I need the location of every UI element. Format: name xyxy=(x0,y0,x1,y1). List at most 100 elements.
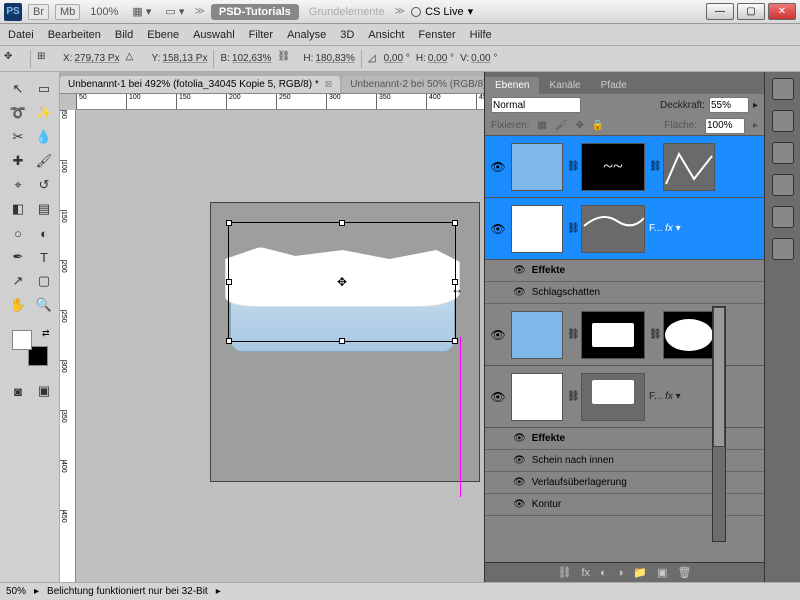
transform-center-icon[interactable]: ✥ xyxy=(336,276,348,288)
lock-pixels-icon[interactable]: ▦ xyxy=(537,120,546,131)
layers-scrollbar[interactable] xyxy=(712,306,726,542)
marquee-tool[interactable]: ▭ xyxy=(32,78,56,100)
mask-thumb[interactable]: ~~ xyxy=(581,143,645,191)
resize-handle-icon[interactable]: ↔ xyxy=(451,282,463,296)
panel-tab-channels[interactable]: Kanäle xyxy=(539,77,590,94)
dock-panel-icon[interactable] xyxy=(772,142,794,164)
history-brush-tool[interactable]: ↺ xyxy=(32,174,56,196)
vector-mask-thumb[interactable] xyxy=(663,143,715,191)
trash-icon[interactable]: 🗑 xyxy=(677,566,691,579)
opt-w[interactable]: B:102,63% xyxy=(220,53,271,64)
layer-thumb[interactable] xyxy=(511,143,563,191)
close-tab-icon[interactable]: ⊠ xyxy=(325,79,333,90)
mask-icon[interactable]: ◐ xyxy=(600,567,607,579)
close-button[interactable]: ✕ xyxy=(768,3,796,20)
screenmode-tool[interactable]: ▣ xyxy=(32,380,56,402)
menu-item[interactable]: Auswahl xyxy=(193,29,235,41)
new-layer-icon[interactable]: ▣ xyxy=(657,566,667,579)
view-mode-icon[interactable]: ▦ ▾ xyxy=(128,4,155,19)
layer-thumb[interactable] xyxy=(511,311,563,359)
dock-panel-icon[interactable] xyxy=(772,174,794,196)
opt-vskew[interactable]: V:0,00 ° xyxy=(460,53,497,64)
swap-colors-icon[interactable]: ⇄ xyxy=(42,328,50,339)
visibility-icon[interactable]: 👁 xyxy=(489,222,507,236)
opt-y[interactable]: Y:158,13 Px xyxy=(152,53,208,64)
visibility-icon[interactable]: 👁 xyxy=(489,328,507,342)
opt-angle[interactable]: 0,00 ° xyxy=(382,53,410,64)
link-icon[interactable]: ⛓ xyxy=(277,51,297,67)
mask-thumb[interactable] xyxy=(581,205,645,253)
opt-h[interactable]: H:180,83% xyxy=(303,53,354,64)
document-tab-active[interactable]: Unbenannt-1 bei 492% (fotolia_34045 Kopi… xyxy=(60,76,340,93)
opt-hskew[interactable]: H:0,00 ° xyxy=(416,53,454,64)
opacity-input[interactable] xyxy=(709,97,749,113)
gradient-tool[interactable]: ▤ xyxy=(32,198,56,220)
titlebar-zoom[interactable]: 100% xyxy=(86,5,122,19)
document-tab[interactable]: Unbenannt-2 bei 50% (RGB/8) * xyxy=(342,76,501,93)
lock-move-icon[interactable]: ✥ xyxy=(576,120,584,131)
wand-tool[interactable]: ✨ xyxy=(32,102,56,124)
minibridge-launcher[interactable]: Mb xyxy=(55,4,80,20)
visibility-icon[interactable]: 👁 xyxy=(489,390,507,404)
cslive-button[interactable]: CS Live ▾ xyxy=(411,5,473,18)
menu-item[interactable]: Ansicht xyxy=(368,29,404,41)
mask-thumb[interactable] xyxy=(581,311,645,359)
menu-item[interactable]: Hilfe xyxy=(470,29,492,41)
menu-item[interactable]: Bild xyxy=(115,29,133,41)
fx-icon[interactable]: fx xyxy=(582,567,591,579)
hand-tool[interactable]: ✋ xyxy=(6,294,30,316)
menu-item[interactable]: Analyse xyxy=(287,29,326,41)
layer-row[interactable]: 👁 ⛓ ~~ ⛓ xyxy=(485,136,764,198)
menu-item[interactable]: Datei xyxy=(8,29,34,41)
layer-row[interactable]: 👁 ⛓ F... fx ▾ xyxy=(485,198,764,260)
move-tool[interactable]: ↖ xyxy=(6,78,30,100)
lasso-tool[interactable]: ➰ xyxy=(6,102,30,124)
minimize-button[interactable]: — xyxy=(706,3,734,20)
menu-item[interactable]: Filter xyxy=(249,29,273,41)
stamp-tool[interactable]: ⌖ xyxy=(6,174,30,196)
pen-tool[interactable]: ✒ xyxy=(6,246,30,268)
brush-tool[interactable]: 🖌 xyxy=(32,150,56,172)
link-layers-icon[interactable]: ⛓ xyxy=(558,566,572,579)
adjustment-icon[interactable]: ◑ xyxy=(617,567,624,579)
layer-fx-item[interactable]: 👁Schlagschatten xyxy=(485,282,764,304)
menu-item[interactable]: Bearbeiten xyxy=(48,29,101,41)
opt-x[interactable]: X:279,73 Px xyxy=(63,53,120,64)
color-swatches[interactable]: ⇄ xyxy=(10,328,50,368)
guide-vertical[interactable] xyxy=(460,337,461,497)
mask-thumb[interactable] xyxy=(581,373,645,421)
move-tool-icon[interactable]: ✥ xyxy=(4,51,24,67)
layer-thumb[interactable] xyxy=(511,205,563,253)
layer-thumb[interactable] xyxy=(511,373,563,421)
dock-panel-icon[interactable] xyxy=(772,206,794,228)
menu-item[interactable]: Fenster xyxy=(418,29,455,41)
quickmask-tool[interactable]: ◙ xyxy=(6,380,30,402)
visibility-icon[interactable]: 👁 xyxy=(489,160,507,174)
transform-box[interactable]: ✥ ↔ xyxy=(228,222,456,342)
workspace-button[interactable]: PSD-Tutorials xyxy=(211,4,299,20)
eyedropper-tool[interactable]: 💧 xyxy=(32,126,56,148)
zoom-status[interactable]: 50% xyxy=(6,586,26,597)
maximize-button[interactable]: ▢ xyxy=(737,3,765,20)
fill-slider-icon[interactable]: ▸ xyxy=(753,120,758,131)
panel-tab-layers[interactable]: Ebenen xyxy=(485,77,539,94)
dock-panel-icon[interactable] xyxy=(772,78,794,100)
type-tool[interactable]: T xyxy=(32,246,56,268)
workspace-secondary[interactable]: Grundelemente xyxy=(305,5,389,19)
menu-item[interactable]: 3D xyxy=(340,29,354,41)
blur-tool[interactable]: ○ xyxy=(6,222,30,244)
folder-icon[interactable]: 📁 xyxy=(633,566,647,579)
ruler-vertical[interactable]: 50100150200250300350400450 xyxy=(60,110,76,582)
heal-tool[interactable]: ✚ xyxy=(6,150,30,172)
vector-mask-thumb[interactable] xyxy=(663,311,715,359)
opacity-slider-icon[interactable]: ▸ xyxy=(753,100,758,111)
fill-input[interactable] xyxy=(705,118,745,134)
refpoint-icon[interactable]: ⊞ xyxy=(37,51,57,67)
crop-tool[interactable]: ✂ xyxy=(6,126,30,148)
panel-tab-paths[interactable]: Pfade xyxy=(591,77,637,94)
blend-mode-select[interactable] xyxy=(491,97,581,113)
dodge-tool[interactable]: ◐ xyxy=(32,222,56,244)
lock-all-icon[interactable]: 🔒 xyxy=(592,120,604,131)
delta-icon[interactable]: △ xyxy=(126,51,146,67)
screen-mode-icon[interactable]: ▭ ▾ xyxy=(161,4,188,19)
